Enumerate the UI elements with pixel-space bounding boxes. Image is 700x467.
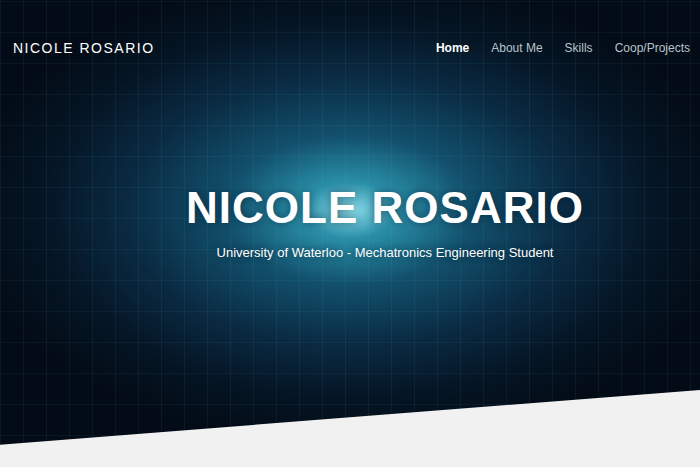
slanted-divider	[0, 390, 700, 467]
nav-item[interactable]: About Me	[491, 39, 542, 57]
hero-content: NICOLE ROSARIO University of Waterloo - M…	[0, 70, 700, 390]
top-nav: NICOLE ROSARIO Home About Me Skills Coop/Pro…	[0, 0, 700, 70]
nav-item[interactable]: Coop/Projects	[615, 39, 690, 57]
site-logo[interactable]: NICOLE ROSARIO	[13, 40, 155, 56]
nav-item[interactable]: Skills	[565, 39, 593, 57]
hero-section: NICOLE ROSARIO Home About Me Skills Coop/Pro…	[0, 0, 700, 467]
hero-subtitle: University of Waterloo - Mechatronics En…	[217, 245, 554, 262]
nav-menu: Home About Me Skills Coop/Projects	[436, 39, 690, 57]
nav-item[interactable]: Home	[436, 39, 469, 57]
hero-title: NICOLE ROSARIO	[186, 182, 584, 235]
